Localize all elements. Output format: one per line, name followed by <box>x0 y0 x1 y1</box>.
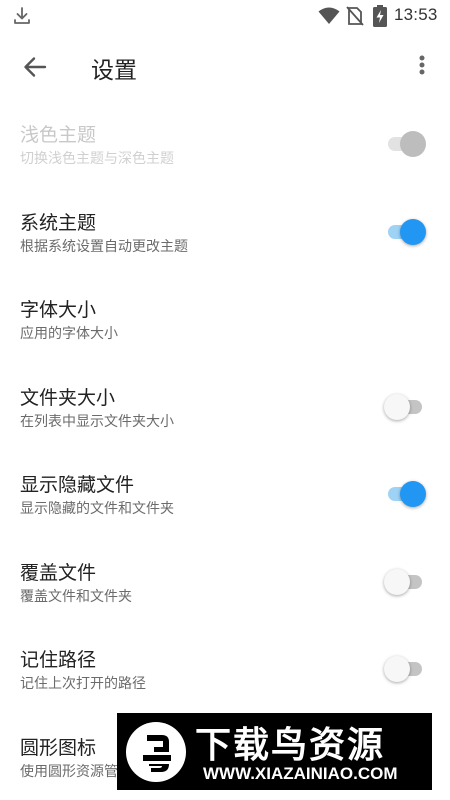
setting-label: 文件夹大小 <box>20 386 116 409</box>
setting-description: 根据系统设置自动更改主题 <box>20 238 188 255</box>
remember-path-switch[interactable] <box>384 655 426 683</box>
wifi-icon <box>318 7 340 29</box>
app-bar: 设置 <box>0 32 450 100</box>
setting-label: 记住路径 <box>20 649 97 671</box>
setting-label: 圆形图标 <box>20 736 97 759</box>
setting-font-size[interactable]: 字体大小 应用的字体大小 <box>0 275 450 363</box>
download-icon <box>12 6 32 30</box>
system-theme-switch[interactable] <box>384 218 426 246</box>
status-bar: 13:53 <box>0 0 450 32</box>
no-sim-icon <box>346 6 364 30</box>
back-button[interactable] <box>20 52 50 82</box>
setting-description: 切换浅色主题与深色主题 <box>20 151 174 167</box>
setting-description: 在列表中显示文件夹大小 <box>20 413 174 430</box>
setting-label: 覆盖文件 <box>20 561 97 584</box>
setting-system-theme[interactable]: 系统主题 根据系统设置自动更改主题 <box>0 188 450 276</box>
switch-thumb <box>400 131 426 157</box>
more-vertical-icon <box>419 55 425 75</box>
watermark-banner: 下载鸟资源 WWW.XIAZAINIAO.COM <box>117 713 432 790</box>
setting-show-hidden-files[interactable]: 显示隐藏文件 显示隐藏的文件和文件夹 <box>0 450 450 538</box>
more-options-button[interactable] <box>410 52 434 82</box>
overwrite-files-switch[interactable] <box>384 568 426 596</box>
status-time: 13:53 <box>394 5 438 24</box>
switch-thumb <box>384 656 410 682</box>
setting-light-theme: 浅色主题 切换浅色主题与深色主题 <box>0 100 450 188</box>
switch-thumb <box>400 481 426 507</box>
watermark-url: WWW.XIAZAINIAO.COM <box>203 764 398 783</box>
setting-folder-size[interactable]: 文件夹大小 在列表中显示文件夹大小 <box>0 363 450 451</box>
switch-thumb <box>400 218 426 245</box>
setting-remember-path[interactable]: 记住路径 记住上次打开的路径 <box>0 625 450 713</box>
page-title: 设置 <box>91 58 137 84</box>
setting-label: 显示隐藏文件 <box>20 474 135 496</box>
setting-description: 显示隐藏的文件和文件夹 <box>20 501 174 517</box>
switch-thumb <box>384 568 410 595</box>
watermark-title: 下载鸟资源 <box>195 725 386 766</box>
switch-thumb <box>384 393 410 420</box>
setting-description: 记住上次打开的路径 <box>20 676 146 692</box>
settings-list: 浅色主题 切换浅色主题与深色主题 系统主题 根据系统设置自动更改主题 字体大小 … <box>0 100 450 800</box>
show-hidden-files-switch[interactable] <box>384 480 426 508</box>
setting-overwrite-files[interactable]: 覆盖文件 覆盖文件和文件夹 <box>0 538 450 626</box>
battery-charging-icon <box>373 5 387 31</box>
setting-label: 系统主题 <box>20 211 97 234</box>
arrow-left-icon <box>24 57 47 77</box>
light-theme-switch <box>384 130 426 158</box>
setting-label: 浅色主题 <box>20 124 97 146</box>
setting-label: 字体大小 <box>20 299 97 321</box>
setting-description: 使用圆形资源管 <box>20 763 118 780</box>
setting-description: 应用的字体大小 <box>20 326 118 342</box>
bird-logo-icon <box>125 721 187 783</box>
folder-size-switch[interactable] <box>384 393 426 421</box>
setting-description: 覆盖文件和文件夹 <box>20 588 132 605</box>
